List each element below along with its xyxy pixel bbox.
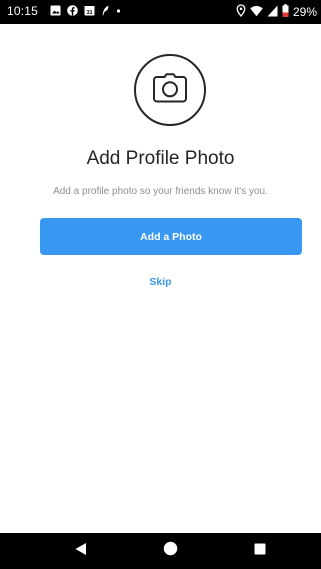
- skip-link[interactable]: Skip: [0, 276, 321, 288]
- recents-button[interactable]: [230, 533, 290, 569]
- add-photo-button[interactable]: Add a Photo: [40, 218, 302, 255]
- dot-icon: [116, 5, 121, 19]
- back-icon: [74, 542, 87, 561]
- recents-icon: [254, 542, 266, 560]
- navigation-bar: [0, 533, 321, 569]
- camera-icon: [152, 72, 188, 108]
- svg-text:31: 31: [86, 10, 92, 16]
- wifi-icon: [250, 5, 263, 20]
- page-subtitle: Add a profile photo so your friends know…: [53, 186, 268, 197]
- page-title: Add Profile Photo: [86, 148, 235, 169]
- add-photo-button-label: Add a Photo: [140, 230, 202, 243]
- status-bar: 10:15 31 29%: [0, 0, 321, 24]
- profile-photo-placeholder: [134, 54, 206, 126]
- system-icons: 29%: [236, 4, 317, 20]
- calendar-icon: 31: [84, 5, 95, 19]
- battery-percentage: 29%: [292, 5, 317, 19]
- feather-icon: [101, 5, 110, 19]
- add-profile-photo-screen: 10:15 31 29% Add Profile Photo Add a pro…: [0, 0, 321, 569]
- back-button[interactable]: [50, 533, 110, 569]
- battery-icon: [282, 4, 289, 20]
- signal-icon: [267, 5, 278, 20]
- status-time: 10:15: [7, 4, 39, 18]
- location-icon: [236, 4, 246, 20]
- home-button[interactable]: [140, 533, 200, 569]
- notification-icons: 31: [50, 5, 121, 19]
- home-icon: [163, 541, 178, 561]
- facebook-icon: [67, 5, 78, 19]
- image-icon: [50, 5, 61, 19]
